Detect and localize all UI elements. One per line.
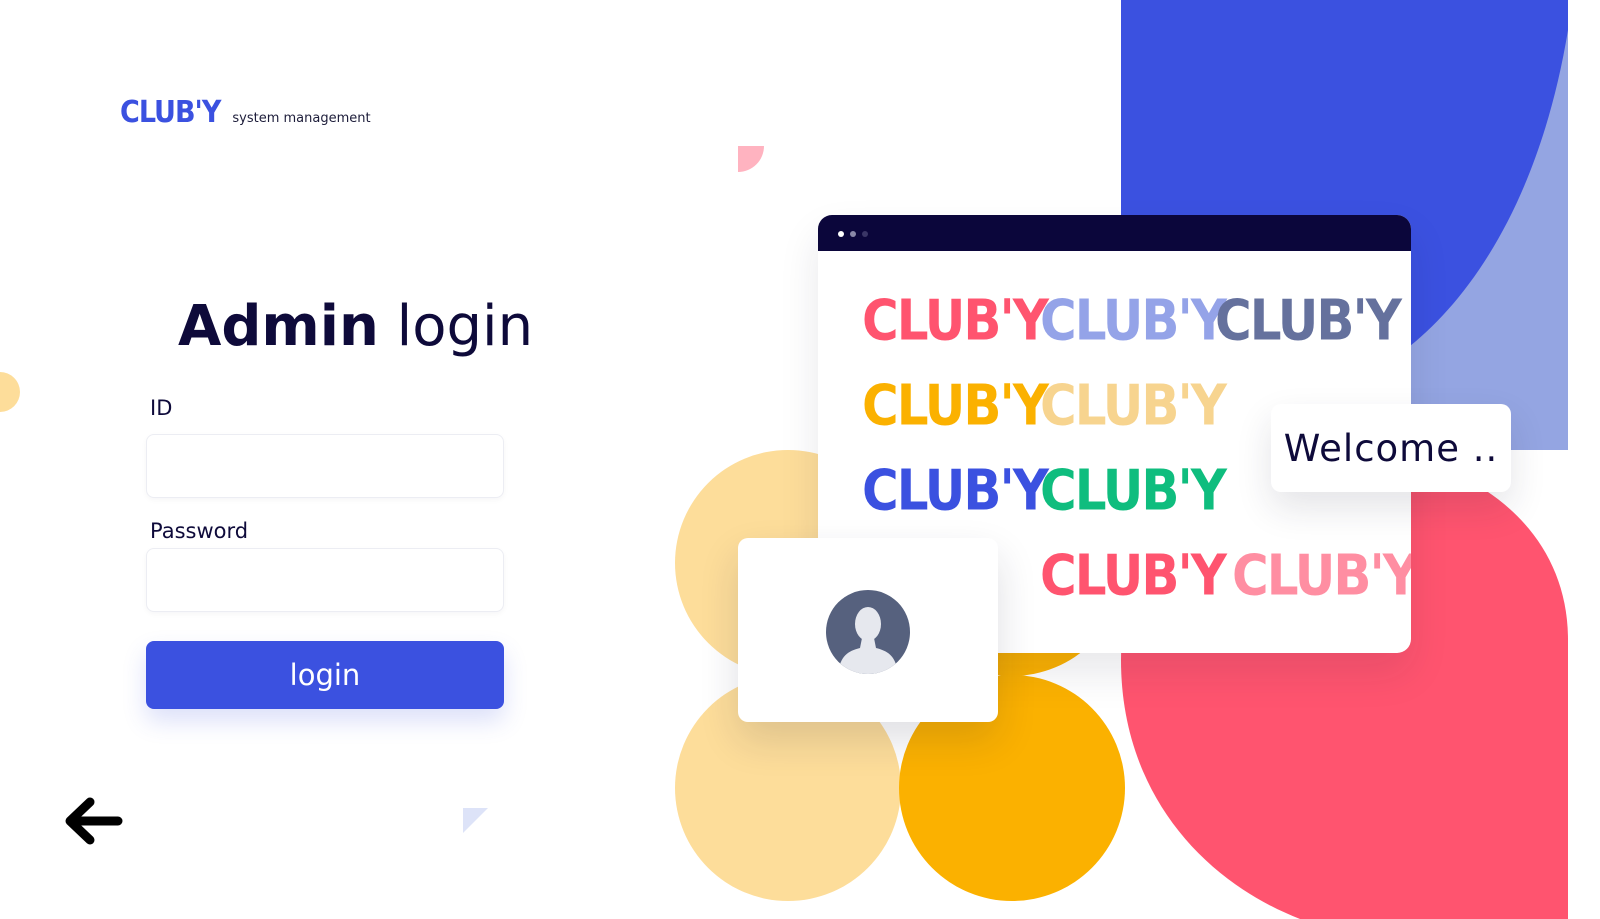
logo-tile-pink: CLUB'Y — [1232, 543, 1411, 609]
brand-tagline: system management — [232, 111, 371, 126]
id-input[interactable] — [146, 434, 504, 498]
pink-quarter-shape — [738, 146, 764, 172]
yellow-half-circle — [0, 372, 20, 412]
page-title: Admin login — [178, 292, 533, 362]
browser-title-bar — [818, 215, 1411, 251]
brand-logo: CLUB'Y — [120, 95, 221, 130]
window-dot — [838, 231, 844, 237]
window-dot — [862, 231, 868, 237]
logo-tile-amber: CLUB'Y — [862, 373, 1049, 439]
welcome-card: Welcome .. — [1271, 404, 1511, 492]
brand-header: CLUB'Y system management — [120, 95, 371, 130]
periwinkle-arc-shape — [1405, 30, 1568, 450]
title-bold: Admin — [178, 294, 379, 359]
periwinkle-triangle-shape — [463, 808, 488, 833]
welcome-text: Welcome .. — [1283, 426, 1499, 470]
logo-tile-slate: CLUB'Y — [1215, 288, 1402, 354]
window-dot — [850, 231, 856, 237]
id-label: ID — [150, 396, 173, 420]
password-label: Password — [150, 519, 249, 543]
logo-tile-green: CLUB'Y — [1040, 458, 1227, 524]
logo-tile-coral-2: CLUB'Y — [1040, 543, 1227, 609]
user-avatar-icon — [826, 590, 910, 674]
login-button[interactable]: login — [146, 641, 504, 709]
title-light: login — [396, 294, 534, 359]
logo-tile-coral: CLUB'Y — [862, 288, 1049, 354]
password-input[interactable] — [146, 548, 504, 612]
logo-tile-sand: CLUB'Y — [1040, 373, 1227, 439]
profile-card — [738, 538, 998, 722]
logo-tile-blue: CLUB'Y — [862, 458, 1049, 524]
arrow-left-icon — [65, 797, 123, 845]
logo-tile-periwinkle: CLUB'Y — [1040, 288, 1227, 354]
back-button[interactable] — [60, 794, 124, 848]
